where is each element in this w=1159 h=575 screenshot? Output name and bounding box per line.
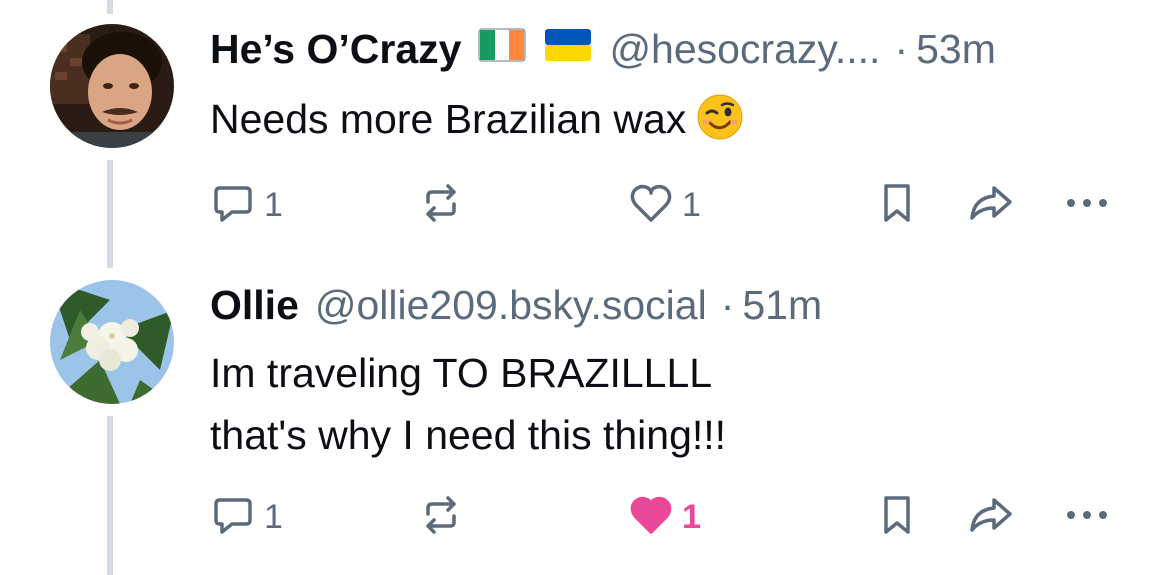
post[interactable]: He’s O’Crazy @hesocrazy.... · 53m Needs … [0, 0, 1159, 260]
reply-count: 1 [264, 186, 283, 224]
repost-button[interactable] [418, 492, 464, 542]
repost-icon [418, 180, 464, 231]
timestamp[interactable]: 53m [916, 24, 996, 74]
handle[interactable]: @hesocrazy.... [609, 24, 880, 74]
reply-button[interactable]: 1 [210, 492, 283, 542]
ireland-flag-icon [477, 24, 527, 74]
reply-icon [210, 492, 256, 543]
winking-face-emoji-icon [696, 93, 744, 158]
post-text-line: Im traveling TO BRAZILLLL [210, 350, 713, 396]
post-header: He’s O’Crazy @hesocrazy.... · 53m [210, 24, 996, 74]
reply-count: 1 [264, 498, 283, 536]
share-button[interactable] [966, 180, 1016, 230]
post-actions: 1 1 [0, 492, 1159, 542]
like-button[interactable]: 1 [628, 180, 701, 230]
heart-filled-icon [628, 492, 674, 543]
post-actions: 1 1 [0, 180, 1159, 230]
more-options-button[interactable] [1064, 492, 1110, 542]
repost-icon [418, 492, 464, 543]
display-name[interactable]: He’s O’Crazy [210, 24, 461, 74]
reply-icon [210, 180, 256, 231]
bookmark-icon [874, 180, 920, 231]
ellipsis-icon [1064, 492, 1110, 543]
share-button[interactable] [966, 492, 1016, 542]
ukraine-flag-icon [543, 24, 593, 74]
avatar[interactable] [50, 280, 174, 404]
heart-icon [628, 180, 674, 231]
like-button[interactable]: 1 [628, 492, 701, 542]
ellipsis-icon [1064, 180, 1110, 231]
handle[interactable]: @ollie209.bsky.social [315, 280, 707, 330]
separator-dot: · [894, 26, 909, 72]
share-arrow-icon [966, 180, 1016, 231]
like-count: 1 [682, 498, 701, 536]
separator-dot: · [720, 282, 735, 328]
bookmark-button[interactable] [874, 492, 920, 542]
post-text: Needs more Brazilian wax [210, 88, 744, 158]
reply-button[interactable]: 1 [210, 180, 283, 230]
timestamp[interactable]: 51m [742, 280, 822, 330]
post-text: Im traveling TO BRAZILLLL that's why I n… [210, 342, 726, 466]
post-text-line: that's why I need this thing!!! [210, 412, 727, 458]
post-header: Ollie @ollie209.bsky.social · 51m [210, 280, 822, 330]
more-options-button[interactable] [1064, 180, 1110, 230]
repost-button[interactable] [418, 180, 464, 230]
bookmark-button[interactable] [874, 180, 920, 230]
post-text-line: Needs more Brazilian wax [210, 96, 687, 142]
share-arrow-icon [966, 492, 1016, 543]
avatar[interactable] [50, 24, 174, 148]
bookmark-icon [874, 492, 920, 543]
display-name[interactable]: Ollie [210, 280, 299, 330]
post[interactable]: Ollie @ollie209.bsky.social · 51m Im tra… [0, 270, 1159, 575]
like-count: 1 [682, 186, 701, 224]
